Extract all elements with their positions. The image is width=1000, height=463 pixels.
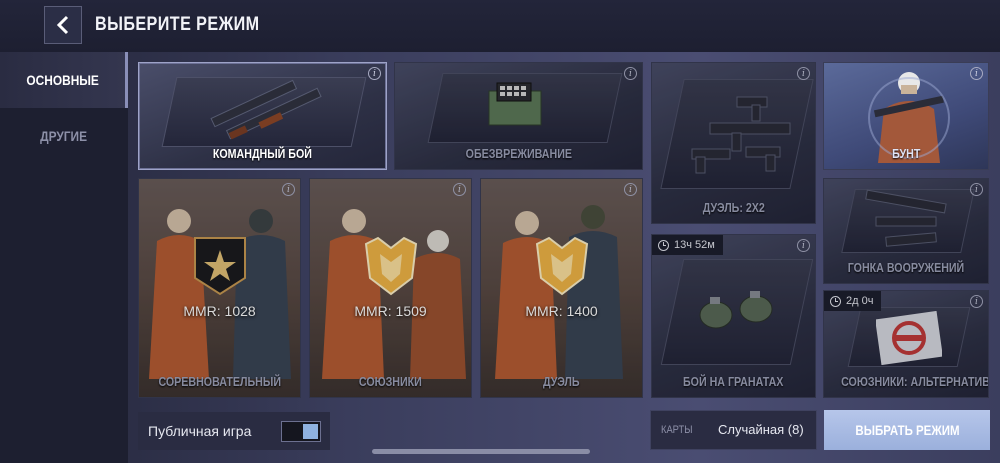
mode-label: ГОНКА ВООРУЖЕНИЙ bbox=[847, 260, 965, 275]
pistols-icon bbox=[691, 96, 791, 174]
rank-emblem-icon bbox=[193, 237, 246, 296]
info-icon[interactable]: i bbox=[970, 295, 983, 308]
mode-label: СОЮЗНИКИ: АЛЬТЕРНАТИВА bbox=[841, 374, 989, 389]
mode-card-allies[interactable]: MMR: 1509 i СОЮЗНИКИ bbox=[309, 178, 472, 398]
info-icon[interactable]: i bbox=[624, 183, 637, 196]
toggle-knob bbox=[303, 424, 318, 439]
mode-card-defuse[interactable]: i ОБЕЗВРЕЖИВАНИЕ bbox=[394, 62, 643, 170]
maps-label: КАРТЫ bbox=[661, 424, 693, 436]
mode-label: БОЙ НА ГРАНАТАХ bbox=[683, 374, 784, 389]
info-icon[interactable]: i bbox=[797, 67, 810, 80]
info-icon[interactable]: i bbox=[970, 67, 983, 80]
maps-selector[interactable]: КАРТЫ Случайная (8) bbox=[650, 410, 817, 450]
clock-icon bbox=[658, 239, 669, 251]
rank-emblem-icon bbox=[364, 236, 417, 296]
select-mode-button[interactable]: ВЫБРАТЬ РЕЖИМ bbox=[824, 410, 990, 450]
bomb-icon bbox=[488, 82, 542, 126]
mode-label: ДУЭЛЬ: 2Х2 bbox=[702, 200, 765, 215]
mode-label: СОЮЗНИКИ bbox=[359, 374, 422, 389]
info-icon[interactable]: i bbox=[453, 183, 466, 196]
chevron-left-icon bbox=[56, 15, 69, 35]
mmr-value: MMR: 1028 bbox=[183, 303, 256, 319]
tab-other[interactable]: ДРУГИЕ bbox=[0, 108, 128, 164]
mmr-value: MMR: 1400 bbox=[525, 303, 598, 319]
clock-icon bbox=[830, 295, 841, 307]
allies-logo-icon bbox=[876, 311, 942, 365]
public-game-toggle[interactable] bbox=[281, 421, 321, 442]
info-icon[interactable]: i bbox=[624, 67, 637, 80]
info-icon[interactable]: i bbox=[970, 183, 983, 196]
page-title: ВЫБЕРИТЕ РЕЖИМ bbox=[95, 14, 260, 35]
mmr-value: MMR: 1509 bbox=[354, 303, 427, 319]
tab-main[interactable]: ОСНОВНЫЕ bbox=[0, 52, 128, 108]
rifles-icon bbox=[210, 79, 322, 140]
home-indicator bbox=[372, 449, 590, 454]
public-game-label: Публичная игра bbox=[148, 423, 252, 439]
weapons-icon bbox=[865, 189, 947, 247]
timer-badge: 2д 0ч bbox=[824, 291, 882, 311]
timer-text: 2д 0ч bbox=[846, 295, 874, 307]
mode-label: ДУЭЛЬ bbox=[543, 374, 580, 389]
mode-card-team-deathmatch[interactable]: i КОМАНДНЫЙ БОЙ bbox=[138, 62, 387, 170]
maps-value: Случайная (8) bbox=[718, 422, 804, 437]
mode-card-duel[interactable]: MMR: 1400 i ДУЭЛЬ bbox=[480, 178, 643, 398]
mode-card-grenades[interactable]: 13ч 52м i БОЙ НА ГРАНАТАХ bbox=[651, 234, 816, 398]
timer-badge: 13ч 52м bbox=[652, 235, 723, 255]
mode-label: КОМАНДНЫЙ БОЙ bbox=[212, 146, 313, 161]
mode-card-competitive[interactable]: MMR: 1028 i СОРЕВНОВАТЕЛЬНЫЙ bbox=[138, 178, 301, 398]
sidebar: ОСНОВНЫЕ ДРУГИЕ bbox=[0, 52, 128, 463]
mode-label: СОРЕВНОВАТЕЛЬНЫЙ bbox=[158, 374, 281, 389]
tab-main-label: ОСНОВНЫЕ bbox=[26, 72, 99, 88]
mode-card-duel-2x2[interactable]: i ДУЭЛЬ: 2Х2 bbox=[651, 62, 816, 224]
mode-label: ОБЕЗВРЕЖИВАНИЕ bbox=[465, 146, 572, 161]
mode-label: БУНТ bbox=[891, 146, 921, 161]
timer-text: 13ч 52м bbox=[674, 239, 715, 251]
mode-card-allies-alternative[interactable]: 2д 0ч i СОЮЗНИКИ: АЛЬТЕРНАТИВА bbox=[823, 290, 989, 398]
top-bar: ВЫБЕРИТЕ РЕЖИМ bbox=[0, 0, 1000, 52]
rank-emblem-icon bbox=[535, 236, 588, 296]
info-icon[interactable]: i bbox=[797, 239, 810, 252]
info-icon[interactable]: i bbox=[282, 183, 295, 196]
mode-card-riot[interactable]: i БУНТ bbox=[823, 62, 989, 170]
grenades-icon bbox=[699, 291, 773, 329]
select-mode-label: ВЫБРАТЬ РЕЖИМ bbox=[854, 422, 960, 438]
mode-card-arms-race[interactable]: i ГОНКА ВООРУЖЕНИЙ bbox=[823, 178, 989, 284]
info-icon[interactable]: i bbox=[368, 67, 381, 80]
tab-other-label: ДРУГИЕ bbox=[40, 128, 88, 144]
back-button[interactable] bbox=[44, 6, 82, 44]
